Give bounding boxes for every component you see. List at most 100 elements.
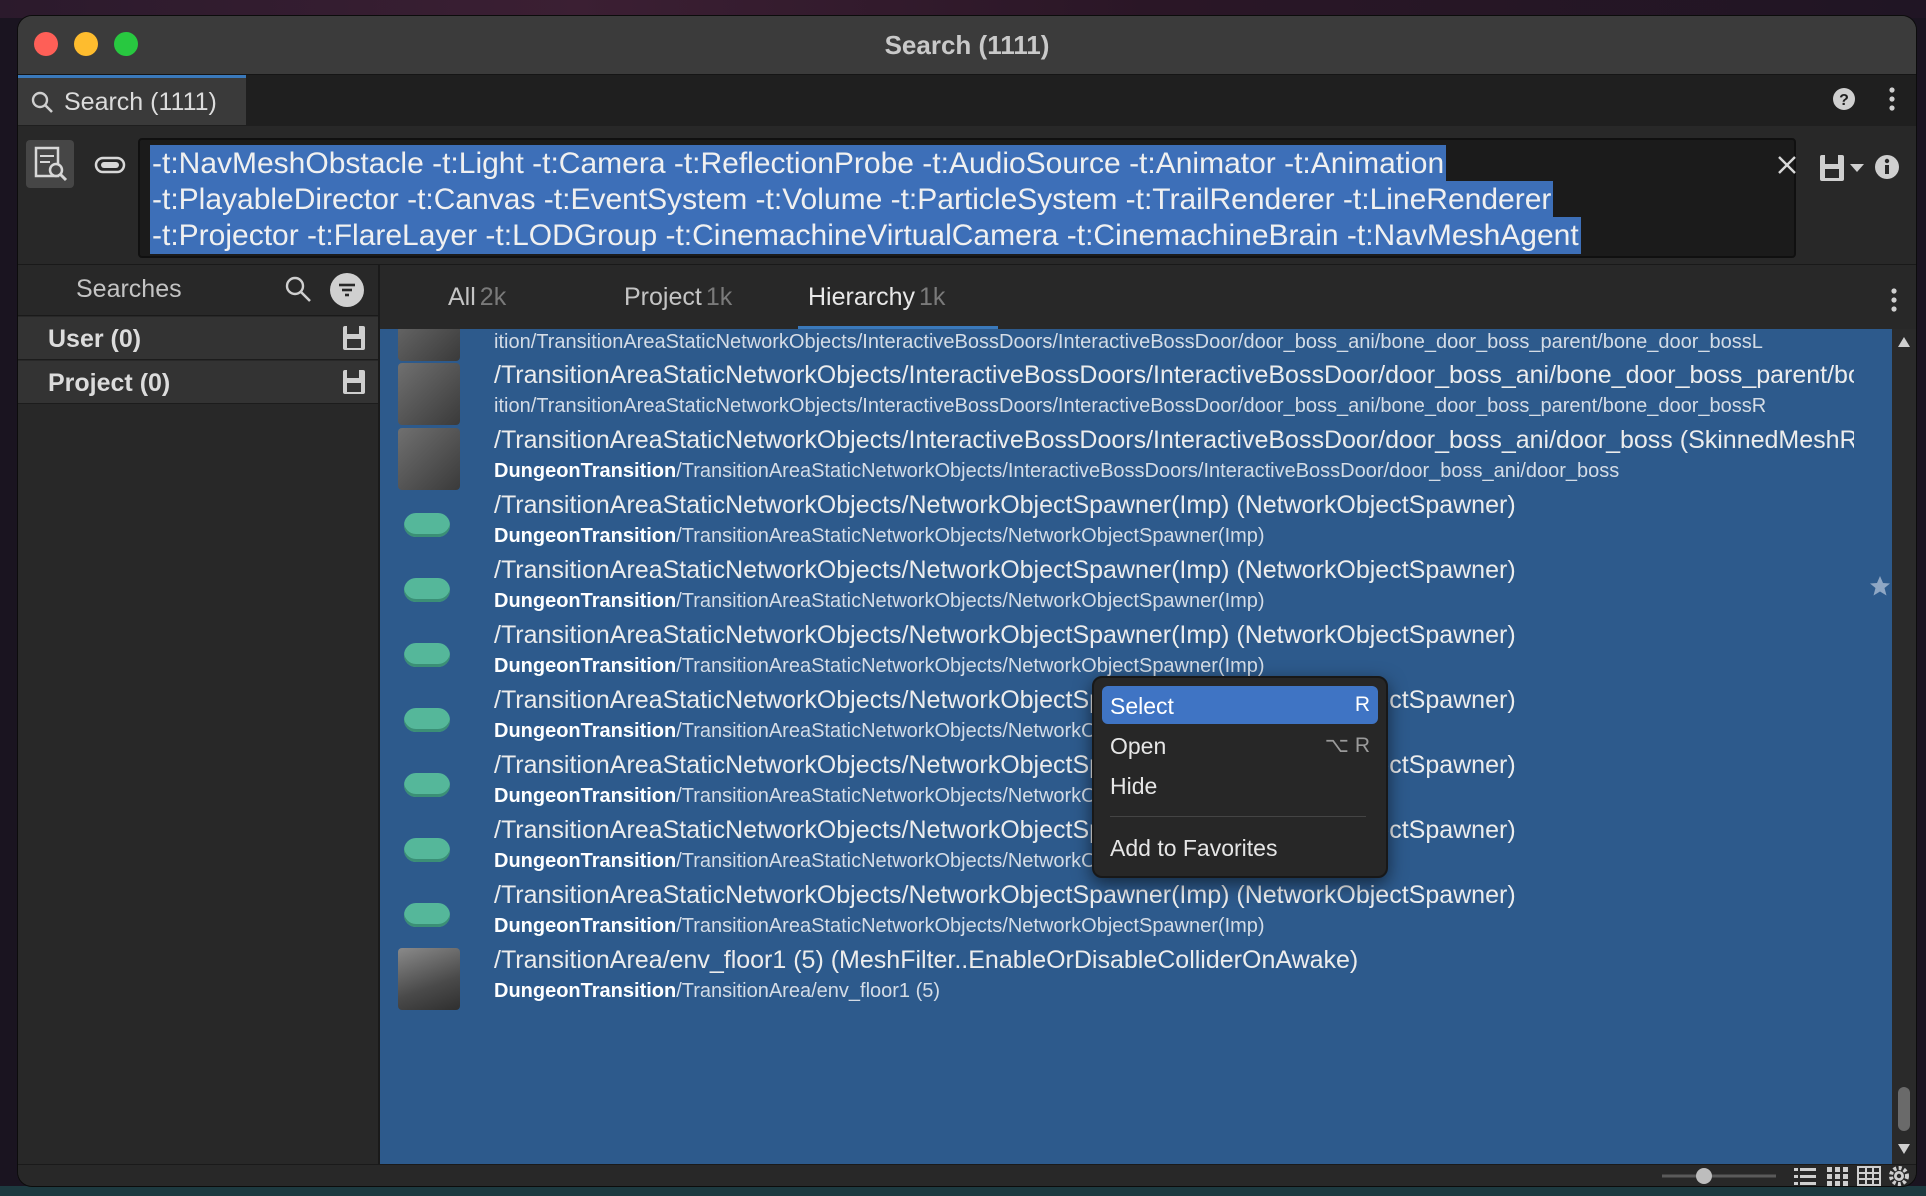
result-scene: DungeonTransition: [494, 850, 677, 872]
result-path-text: /TransitionAreaStaticNetworkObjects/Inte…: [676, 460, 1620, 482]
saved-search-group-label: Project (0): [48, 369, 171, 397]
menu-item-label: Hide: [1110, 773, 1158, 799]
saved-search-group-project[interactable]: Project (0): [18, 361, 378, 404]
save-icon[interactable]: [342, 369, 366, 395]
search-query-field[interactable]: -t:NavMeshObstacle -t:Light -t:Camera -t…: [138, 138, 1796, 258]
saved-searches-panel: Searches User (0) Project (0): [18, 265, 380, 1164]
saved-search-group-user[interactable]: User (0): [18, 317, 378, 360]
menu-item-shortcut: ⌥ R: [1324, 734, 1370, 757]
table-view-icon[interactable]: [1856, 1165, 1882, 1186]
menu-item-label: Open: [1110, 733, 1167, 759]
result-path: DungeonTransition/TransitionAreaStaticNe…: [494, 915, 1854, 938]
favorite-star-icon[interactable]: [1868, 574, 1892, 598]
result-path: DungeonTransition/TransitionAreaStaticNe…: [494, 460, 1854, 483]
spawner-icon: [404, 773, 450, 797]
spawner-icon: [404, 513, 450, 537]
tab-project[interactable]: Project 1k: [624, 283, 732, 312]
result-scene: DungeonTransition: [494, 720, 677, 742]
gear-icon[interactable]: [1886, 1165, 1912, 1186]
search-icon[interactable]: [284, 275, 312, 303]
tab-hierarchy[interactable]: Hierarchy 1k: [808, 283, 945, 312]
result-scene: DungeonTransition: [494, 460, 677, 482]
scene-backdrop-bottom: [0, 1186, 1926, 1196]
clear-query-icon[interactable]: [1776, 154, 1798, 176]
window-tab-bar: Search (1111) ?: [18, 74, 1916, 127]
result-scene: DungeonTransition: [494, 915, 677, 937]
query-line: -t:PlayableDirector -t:Canvas -t:EventSy…: [150, 181, 1554, 218]
result-path: DungeonTransition/TransitionArea/env_flo…: [494, 980, 1854, 1003]
search-window-tab[interactable]: Search (1111): [18, 75, 246, 125]
result-label: /TransitionAreaStaticNetworkObjects/Netw…: [494, 491, 1516, 519]
spawner-icon: [404, 578, 450, 602]
saved-searches-header: Searches: [18, 265, 378, 316]
spawner-icon: [404, 838, 450, 862]
saved-search-group-label: User (0): [48, 325, 142, 353]
spawner-icon: [404, 708, 450, 732]
window-title: Search (1111): [884, 30, 1050, 60]
bone-mesh-thumbnail: [398, 363, 460, 425]
title-bar[interactable]: Search (1111): [18, 16, 1916, 74]
result-path-text: /TransitionAreaStaticNetworkObjects/Netw…: [676, 655, 1265, 677]
result-label: /TransitionArea/env_floor1 (5) (MeshFilt…: [494, 946, 1359, 974]
results-scrollbar[interactable]: [1892, 329, 1916, 1164]
result-scene: DungeonTransition: [494, 980, 677, 1002]
tab-count: 1k: [705, 283, 733, 311]
menu-separator: [1110, 816, 1366, 817]
result-scene: DungeonTransition: [494, 655, 677, 677]
menu-item-add-to-favorites[interactable]: Add to Favorites: [1102, 828, 1378, 866]
result-label: /TransitionAreaStaticNetworkObjects/Inte…: [494, 361, 1854, 389]
menu-item-open[interactable]: Open ⌥ R: [1102, 726, 1378, 764]
skinned-mesh-thumbnail: [398, 428, 460, 490]
menu-item-select[interactable]: Select R: [1102, 686, 1378, 724]
result-path: ition/TransitionAreaStaticNetworkObjects…: [494, 395, 1854, 418]
query-line: -t:NavMeshObstacle -t:Light -t:Camera -t…: [150, 145, 1447, 182]
scroll-down-arrow-icon[interactable]: [1898, 1144, 1910, 1154]
toggle-icon: [94, 156, 126, 174]
result-path-text: /TransitionArea/env_floor1 (5): [676, 980, 941, 1002]
result-path-text: ition/TransitionAreaStaticNetworkObjects…: [494, 395, 1767, 417]
result-path-text: /TransitionAreaStaticNetworkObjects/Netw…: [676, 525, 1265, 547]
result-label: /TransitionAreaStaticNetworkObjects/Netw…: [494, 621, 1516, 649]
floor-mesh-thumbnail: [398, 948, 460, 1010]
status-bar: [18, 1164, 1916, 1186]
tab-all[interactable]: All 2k: [448, 283, 506, 312]
tab-label: All: [448, 283, 476, 311]
svg-text:?: ?: [1839, 92, 1849, 109]
spawner-icon: [404, 903, 450, 927]
result-path: DungeonTransition/TransitionAreaStaticNe…: [494, 655, 1854, 678]
search-window: Search (1111) Search (1111) ? -t:NavMesh…: [18, 16, 1916, 1186]
scrollbar-thumb[interactable]: [1898, 1087, 1910, 1131]
info-icon[interactable]: [1874, 154, 1900, 180]
more-options-icon[interactable]: [1888, 85, 1896, 113]
result-path: DungeonTransition/TransitionAreaStaticNe…: [494, 525, 1854, 548]
result-row[interactable]: /TransitionArea/env_floor1 (5) (MeshFilt…: [380, 938, 1892, 1018]
save-search-dropdown-icon[interactable]: [1818, 152, 1868, 184]
filter-lines-icon: [339, 283, 355, 297]
menu-item-label: Select: [1110, 693, 1174, 719]
result-label: /TransitionAreaStaticNetworkObjects/Inte…: [494, 426, 1854, 454]
search-toolbar: -t:NavMeshObstacle -t:Light -t:Camera -t…: [18, 126, 1916, 265]
grid-view-icon[interactable]: [1824, 1165, 1850, 1186]
saved-searches-title: Searches: [76, 275, 182, 303]
result-label: /TransitionAreaStaticNetworkObjects/Netw…: [494, 881, 1516, 909]
list-view-icon[interactable]: [1792, 1165, 1818, 1186]
query-line: -t:Projector -t:FlareLayer -t:LODGroup -…: [150, 217, 1581, 254]
save-icon[interactable]: [342, 325, 366, 351]
result-label: /TransitionAreaStaticNetworkObjects/Netw…: [494, 556, 1516, 584]
result-path-text: /TransitionAreaStaticNetworkObjects/Netw…: [676, 590, 1265, 612]
tab-label: Hierarchy: [808, 283, 915, 311]
result-scene: DungeonTransition: [494, 590, 677, 612]
more-options-icon[interactable]: [1890, 287, 1898, 313]
menu-item-hide[interactable]: Hide: [1102, 766, 1378, 804]
scroll-up-arrow-icon[interactable]: [1898, 337, 1910, 347]
search-query-text[interactable]: -t:NavMeshObstacle -t:Light -t:Camera -t…: [150, 145, 1750, 254]
search-document-icon: [34, 146, 68, 182]
item-size-slider[interactable]: [1658, 1165, 1780, 1186]
saved-searches-toggle-button[interactable]: [26, 140, 74, 188]
help-icon[interactable]: ?: [1832, 87, 1856, 111]
filter-icon[interactable]: [330, 273, 364, 307]
search-icon: [31, 91, 53, 113]
result-path-text: ition/TransitionAreaStaticNetworkObjects…: [494, 331, 1763, 353]
sync-toggle-button[interactable]: [86, 140, 134, 188]
result-scene: DungeonTransition: [494, 525, 677, 547]
